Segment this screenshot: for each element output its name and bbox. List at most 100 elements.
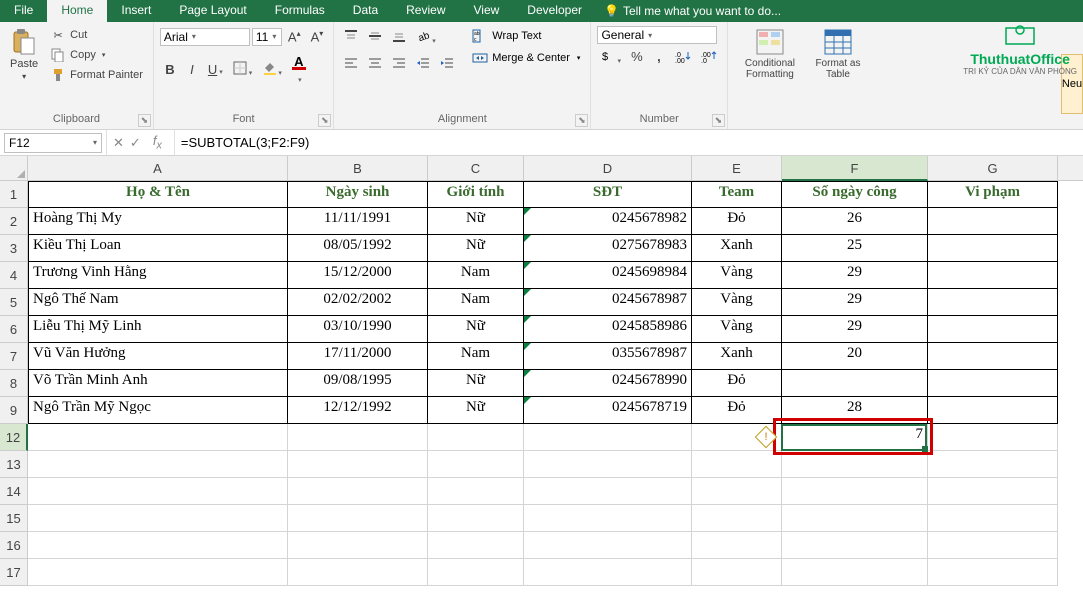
empty-cell[interactable] [428, 559, 524, 586]
col-header-G[interactable]: G [928, 156, 1058, 181]
data-cell[interactable]: 0245678982 [524, 208, 692, 235]
row-header-1[interactable]: 1 [0, 181, 28, 208]
empty-cell[interactable] [782, 505, 928, 532]
data-cell[interactable]: Nữ [428, 397, 524, 424]
data-cell[interactable]: Trương Vinh Hằng [28, 262, 288, 289]
data-cell[interactable]: 29 [782, 316, 928, 343]
cancel-formula-button[interactable]: ✕ [113, 135, 124, 151]
underline-button[interactable]: U [204, 59, 227, 80]
data-cell[interactable]: Nữ [428, 235, 524, 262]
tab-view[interactable]: View [460, 0, 514, 22]
tab-insert[interactable]: Insert [107, 0, 165, 22]
empty-cell[interactable] [692, 451, 782, 478]
data-cell[interactable]: Xanh [692, 235, 782, 262]
data-cell[interactable]: 0355678987 [524, 343, 692, 370]
format-as-table-button[interactable]: Format as Table [808, 26, 868, 82]
col-header-E[interactable]: E [692, 156, 782, 181]
font-launcher[interactable]: ⬊ [318, 114, 331, 127]
data-cell[interactable]: 17/11/2000 [288, 343, 428, 370]
data-cell[interactable]: Vàng [692, 262, 782, 289]
accounting-format-button[interactable]: $ [597, 46, 625, 69]
tab-review[interactable]: Review [392, 0, 459, 22]
row-header-17[interactable]: 17 [0, 559, 28, 586]
clipboard-launcher[interactable]: ⬊ [138, 114, 151, 127]
col-header-C[interactable]: C [428, 156, 524, 181]
data-cell[interactable] [928, 235, 1058, 262]
tab-developer[interactable]: Developer [513, 0, 596, 22]
row-header-7[interactable]: 7 [0, 343, 28, 370]
header-cell[interactable]: SĐT [524, 181, 692, 208]
enter-formula-button[interactable]: ✓ [130, 135, 141, 151]
tab-file[interactable]: File [0, 0, 47, 22]
data-cell[interactable] [928, 262, 1058, 289]
col-header-B[interactable]: B [288, 156, 428, 181]
empty-cell[interactable] [28, 559, 288, 586]
empty-cell[interactable] [428, 478, 524, 505]
data-cell[interactable]: Nữ [428, 370, 524, 397]
data-cell[interactable]: Đỏ [692, 370, 782, 397]
data-cell[interactable]: Đỏ [692, 397, 782, 424]
empty-cell[interactable] [288, 451, 428, 478]
data-cell[interactable]: Ngô Thế Nam [28, 289, 288, 316]
fill-color-button[interactable] [258, 58, 286, 81]
header-cell[interactable]: Giới tính [428, 181, 524, 208]
header-cell[interactable]: Số ngày công [782, 181, 928, 208]
empty-cell[interactable] [692, 532, 782, 559]
data-cell[interactable]: Kiều Thị Loan [28, 235, 288, 262]
alignment-launcher[interactable]: ⬊ [575, 114, 588, 127]
data-cell[interactable]: Ngô Trần Mỹ Ngọc [28, 397, 288, 424]
empty-cell[interactable] [928, 424, 1058, 451]
row-header-4[interactable]: 4 [0, 262, 28, 289]
align-bottom-button[interactable] [388, 26, 410, 49]
empty-cell[interactable] [928, 505, 1058, 532]
tab-formulas[interactable]: Formulas [261, 0, 339, 22]
increase-indent-button[interactable] [436, 53, 458, 76]
empty-cell[interactable] [288, 559, 428, 586]
number-format-combo[interactable]: General▾ [597, 26, 717, 44]
header-cell[interactable]: Vi phạm [928, 181, 1058, 208]
decrease-indent-button[interactable] [412, 53, 434, 76]
empty-cell[interactable] [288, 478, 428, 505]
increase-decimal-button[interactable]: .0.00 [671, 46, 695, 69]
empty-cell[interactable] [782, 478, 928, 505]
orientation-button[interactable]: ab [412, 26, 440, 49]
data-cell[interactable]: Võ Trần Minh Anh [28, 370, 288, 397]
tab-data[interactable]: Data [339, 0, 392, 22]
empty-cell[interactable] [782, 532, 928, 559]
bold-button[interactable]: B [160, 59, 180, 80]
font-color-button[interactable]: A [288, 51, 310, 88]
data-cell[interactable]: Nam [428, 343, 524, 370]
empty-cell[interactable] [428, 505, 524, 532]
paste-button[interactable]: Paste ▾ [6, 26, 42, 83]
font-size-combo[interactable]: 11▾ [252, 28, 282, 46]
empty-cell[interactable] [692, 505, 782, 532]
empty-cell[interactable] [928, 532, 1058, 559]
increase-font-button[interactable]: A▴ [284, 26, 305, 47]
data-cell[interactable]: 29 [782, 289, 928, 316]
header-cell[interactable]: Họ & Tên [28, 181, 288, 208]
empty-cell[interactable] [428, 424, 524, 451]
empty-cell[interactable] [928, 451, 1058, 478]
data-cell[interactable]: 02/02/2002 [288, 289, 428, 316]
format-painter-button[interactable]: Format Painter [46, 66, 147, 84]
row-header-16[interactable]: 16 [0, 532, 28, 559]
tell-me[interactable]: 💡 Tell me what you want to do... [596, 0, 789, 22]
data-cell[interactable]: 0245678987 [524, 289, 692, 316]
conditional-formatting-button[interactable]: Conditional Formatting [734, 26, 806, 82]
data-cell[interactable]: 03/10/1990 [288, 316, 428, 343]
empty-cell[interactable] [524, 478, 692, 505]
empty-cell[interactable] [692, 478, 782, 505]
data-cell[interactable]: Xanh [692, 343, 782, 370]
row-header-12[interactable]: 12 [0, 424, 28, 451]
formula-bar[interactable]: =SUBTOTAL(3;F2:F9) [175, 133, 1083, 152]
align-center-button[interactable] [364, 53, 386, 76]
empty-cell[interactable] [288, 505, 428, 532]
col-header-F[interactable]: F [782, 156, 928, 181]
percent-button[interactable]: % [627, 46, 647, 69]
data-cell[interactable] [928, 343, 1058, 370]
data-cell[interactable]: 20 [782, 343, 928, 370]
empty-cell[interactable] [28, 532, 288, 559]
data-cell[interactable]: Nữ [428, 208, 524, 235]
worksheet-grid[interactable]: ABCDEFG 123456789121314151617 Họ & TênNg… [0, 156, 1083, 609]
data-cell[interactable]: Hoàng Thị My [28, 208, 288, 235]
